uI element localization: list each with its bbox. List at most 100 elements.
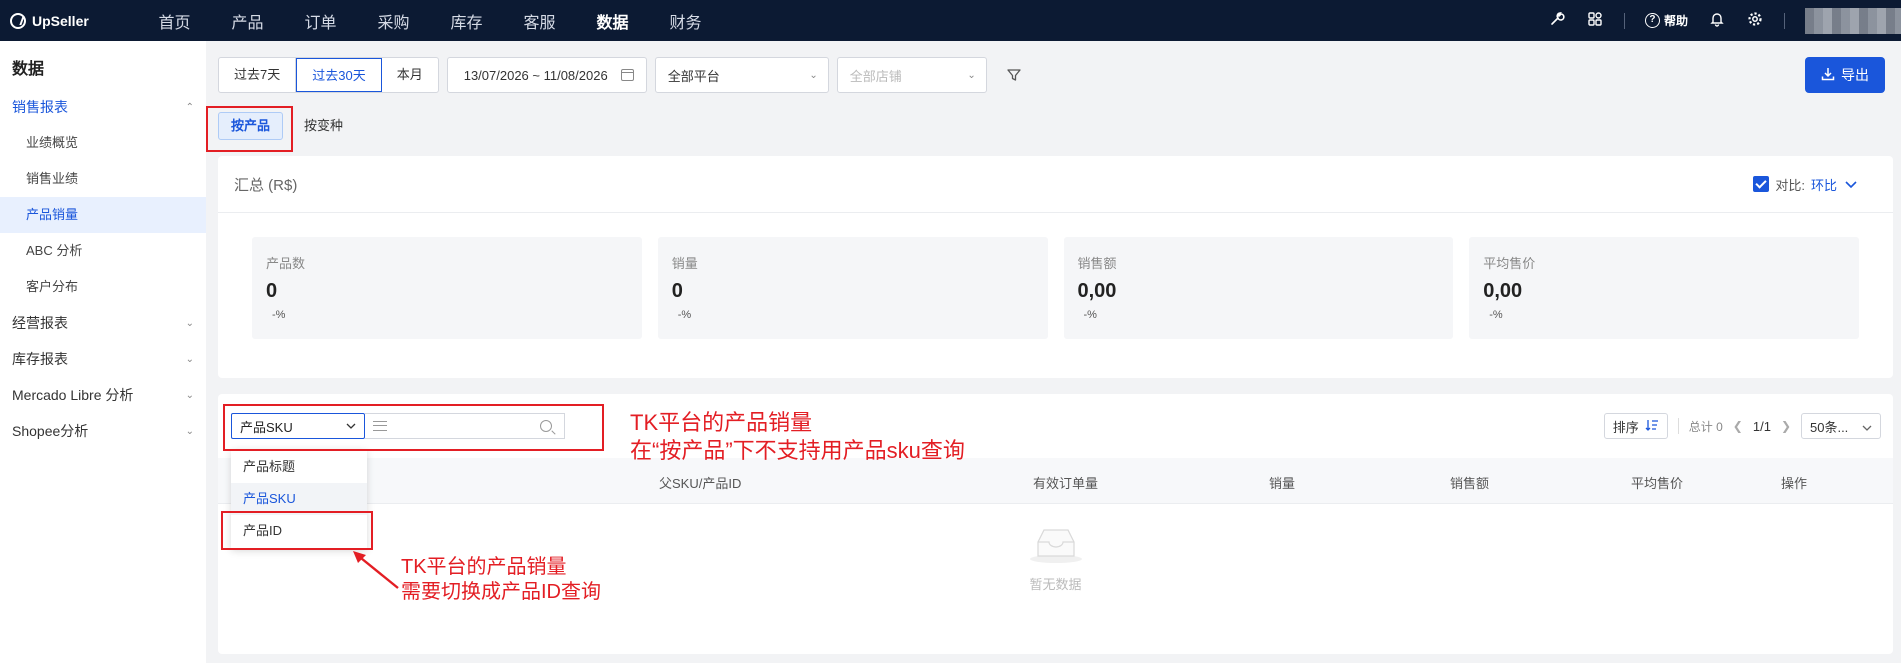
nav-item-home[interactable]: 首页 (138, 9, 211, 33)
page-size-select[interactable]: 50条... (1801, 413, 1881, 439)
option-product-title[interactable]: 产品标题 (231, 451, 367, 483)
download-icon (1821, 67, 1835, 84)
sidebar-group-label: 经营报表 (12, 315, 68, 331)
nav-item-purchase[interactable]: 采购 (357, 9, 430, 33)
platform-select[interactable]: 全部平台 ⌄ (654, 57, 829, 93)
annotation-line: 需要切换成产品ID查询 (401, 581, 601, 603)
annotation-box-search (223, 404, 604, 451)
filter-funnel-icon[interactable] (1007, 68, 1021, 82)
sidebar-item-product-sales[interactable]: 产品销量 (0, 197, 206, 233)
stat-change: -% (1083, 309, 1097, 321)
stat-change: -% (677, 309, 692, 321)
apps-grid-icon[interactable] (1586, 11, 1604, 31)
shop-select[interactable]: 全部店铺 ⌄ (836, 57, 987, 93)
filter-bar: 过去7天 过去30天 本月 13/07/2026 ~ 11/08/2026 全部… (218, 57, 1021, 93)
next-page-icon[interactable]: ❯ (1781, 419, 1791, 433)
top-navbar: UpSeller 首页 产品 订单 采购 库存 客服 数据 财务 ? 帮助 (0, 0, 1901, 41)
gear-icon[interactable] (1746, 11, 1764, 31)
sidebar-group-shopee[interactable]: Shopee分析 ⌄ (0, 413, 206, 449)
nav-item-service[interactable]: 客服 (503, 9, 576, 33)
sidebar-group-mercado-libre[interactable]: Mercado Libre 分析 ⌄ (0, 377, 206, 413)
export-label: 导出 (1841, 67, 1869, 83)
column-header-sales-amount[interactable]: 销售额 (1450, 473, 1489, 492)
stat-product-count: 产品数 0 -% (252, 237, 642, 339)
sidebar-group-label: 库存报表 (12, 351, 68, 367)
export-button[interactable]: 导出 (1805, 57, 1885, 93)
chevron-up-icon: ⌃ (185, 101, 194, 113)
range-this-month[interactable]: 本月 (382, 58, 438, 92)
chevron-down-icon: ⌄ (185, 353, 194, 365)
stat-value: 0 (266, 280, 278, 302)
stat-label: 产品数 (266, 256, 306, 271)
compare-value: 环比 (1810, 177, 1837, 193)
sidebar-item-customer-distribution[interactable]: 客户分布 (0, 269, 206, 305)
nav-item-inventory[interactable]: 库存 (430, 9, 503, 33)
main-nav: 首页 产品 订单 采购 库存 客服 数据 财务 (138, 9, 722, 33)
nav-item-products[interactable]: 产品 (211, 9, 284, 33)
sidebar-item-abc-analysis[interactable]: ABC 分析 (0, 233, 206, 269)
annotation-line: TK平台的产品销量 (630, 410, 813, 435)
chevron-down-icon: ⌄ (809, 69, 818, 81)
page-indicator: 1/1 (1752, 418, 1771, 434)
page-size-value: 50条... (1810, 419, 1849, 435)
toolbar-divider (1677, 418, 1679, 434)
sidebar-item-sales-performance[interactable]: 销售业绩 (0, 161, 206, 197)
sidebar-group-inventory-report[interactable]: 库存报表 ⌄ (0, 341, 206, 377)
range-last-7-days[interactable]: 过去7天 (219, 58, 297, 92)
column-header-parent-sku[interactable]: 父SKU/产品ID (659, 473, 741, 492)
sidebar-group-sales-report[interactable]: 销售报表 ⌃ (0, 89, 206, 125)
compare-control: 对比: 环比 (1753, 175, 1857, 194)
chevron-down-icon: ⌄ (967, 69, 976, 81)
upseller-logo-icon (10, 12, 26, 29)
nav-divider (1623, 12, 1625, 29)
compare-label: 对比: (1775, 177, 1805, 193)
nav-item-orders[interactable]: 订单 (284, 9, 357, 33)
compare-select[interactable]: 环比 (1811, 175, 1857, 194)
shop-placeholder: 全部店铺 (849, 68, 902, 84)
annotation-note-2: TK平台的产品销量 需要切换成产品ID查询 (401, 555, 601, 605)
stat-value: 0,00 (1077, 280, 1117, 302)
stat-average-price: 平均售价 0,00 -% (1469, 237, 1859, 339)
annotation-box-by-product (206, 106, 293, 152)
stat-label: 销售额 (1077, 256, 1117, 271)
range-last-30-days[interactable]: 过去30天 (296, 58, 382, 92)
nav-item-data[interactable]: 数据 (576, 9, 649, 33)
prev-page-icon[interactable]: ❮ (1733, 419, 1743, 433)
empty-tray-icon (1028, 524, 1084, 563)
annotation-note-1: TK平台的产品销量 在“按产品”下不支持用产品sku查询 (630, 409, 965, 465)
logo[interactable]: UpSeller (10, 12, 130, 29)
summary-title: 汇总 (R$) (234, 176, 298, 194)
sidebar-group-label: Shopee分析 (12, 423, 89, 439)
date-range-tabs: 过去7天 过去30天 本月 (218, 57, 439, 93)
column-header-average-price[interactable]: 平均售价 (1631, 473, 1683, 492)
column-header-valid-orders[interactable]: 有效订单量 (1033, 473, 1098, 492)
stat-value: 0,00 (1483, 280, 1523, 302)
help-circle-icon: ? (1644, 13, 1660, 28)
sidebar-group-label: 销售报表 (12, 99, 68, 115)
user-avatar-blurred[interactable] (1805, 7, 1901, 34)
stat-sales-volume: 销量 0 -% (657, 237, 1048, 339)
nav-divider (1784, 12, 1785, 29)
sidebar-item-performance-overview[interactable]: 业绩概览 (0, 125, 206, 161)
stat-change: -% (272, 309, 286, 321)
stat-label: 平均售价 (1483, 256, 1536, 271)
total-count: 总计 0 (1688, 419, 1723, 434)
nav-item-finance[interactable]: 财务 (649, 9, 722, 33)
sidebar-group-business-report[interactable]: 经营报表 ⌄ (0, 305, 206, 341)
bell-icon[interactable] (1708, 11, 1726, 31)
stat-sales-amount: 销售额 0,00 -% (1063, 237, 1454, 339)
sidebar-group-label: Mercado Libre 分析 (12, 387, 134, 403)
tab-by-variant[interactable]: 按变种 (291, 112, 356, 140)
stat-change: -% (1489, 309, 1503, 321)
column-header-sales-volume[interactable]: 销量 (1269, 473, 1295, 492)
sidebar: 数据 销售报表 ⌃ 业绩概览 销售业绩 产品销量 ABC 分析 客户分布 经营报… (0, 41, 206, 663)
chevron-down-icon: ⌄ (185, 425, 194, 437)
compare-checkbox[interactable] (1753, 176, 1770, 192)
date-range-picker[interactable]: 13/07/2026 ~ 11/08/2026 (446, 57, 647, 93)
column-header-actions: 操作 (1781, 476, 1808, 491)
chevron-down-icon (1862, 419, 1872, 434)
wrench-icon[interactable] (1548, 11, 1566, 31)
pagination: ❮ 1/1 ❯ (1733, 419, 1791, 434)
sort-button[interactable]: 排序 (1603, 413, 1668, 439)
help-link[interactable]: ? 帮助 (1644, 12, 1688, 29)
